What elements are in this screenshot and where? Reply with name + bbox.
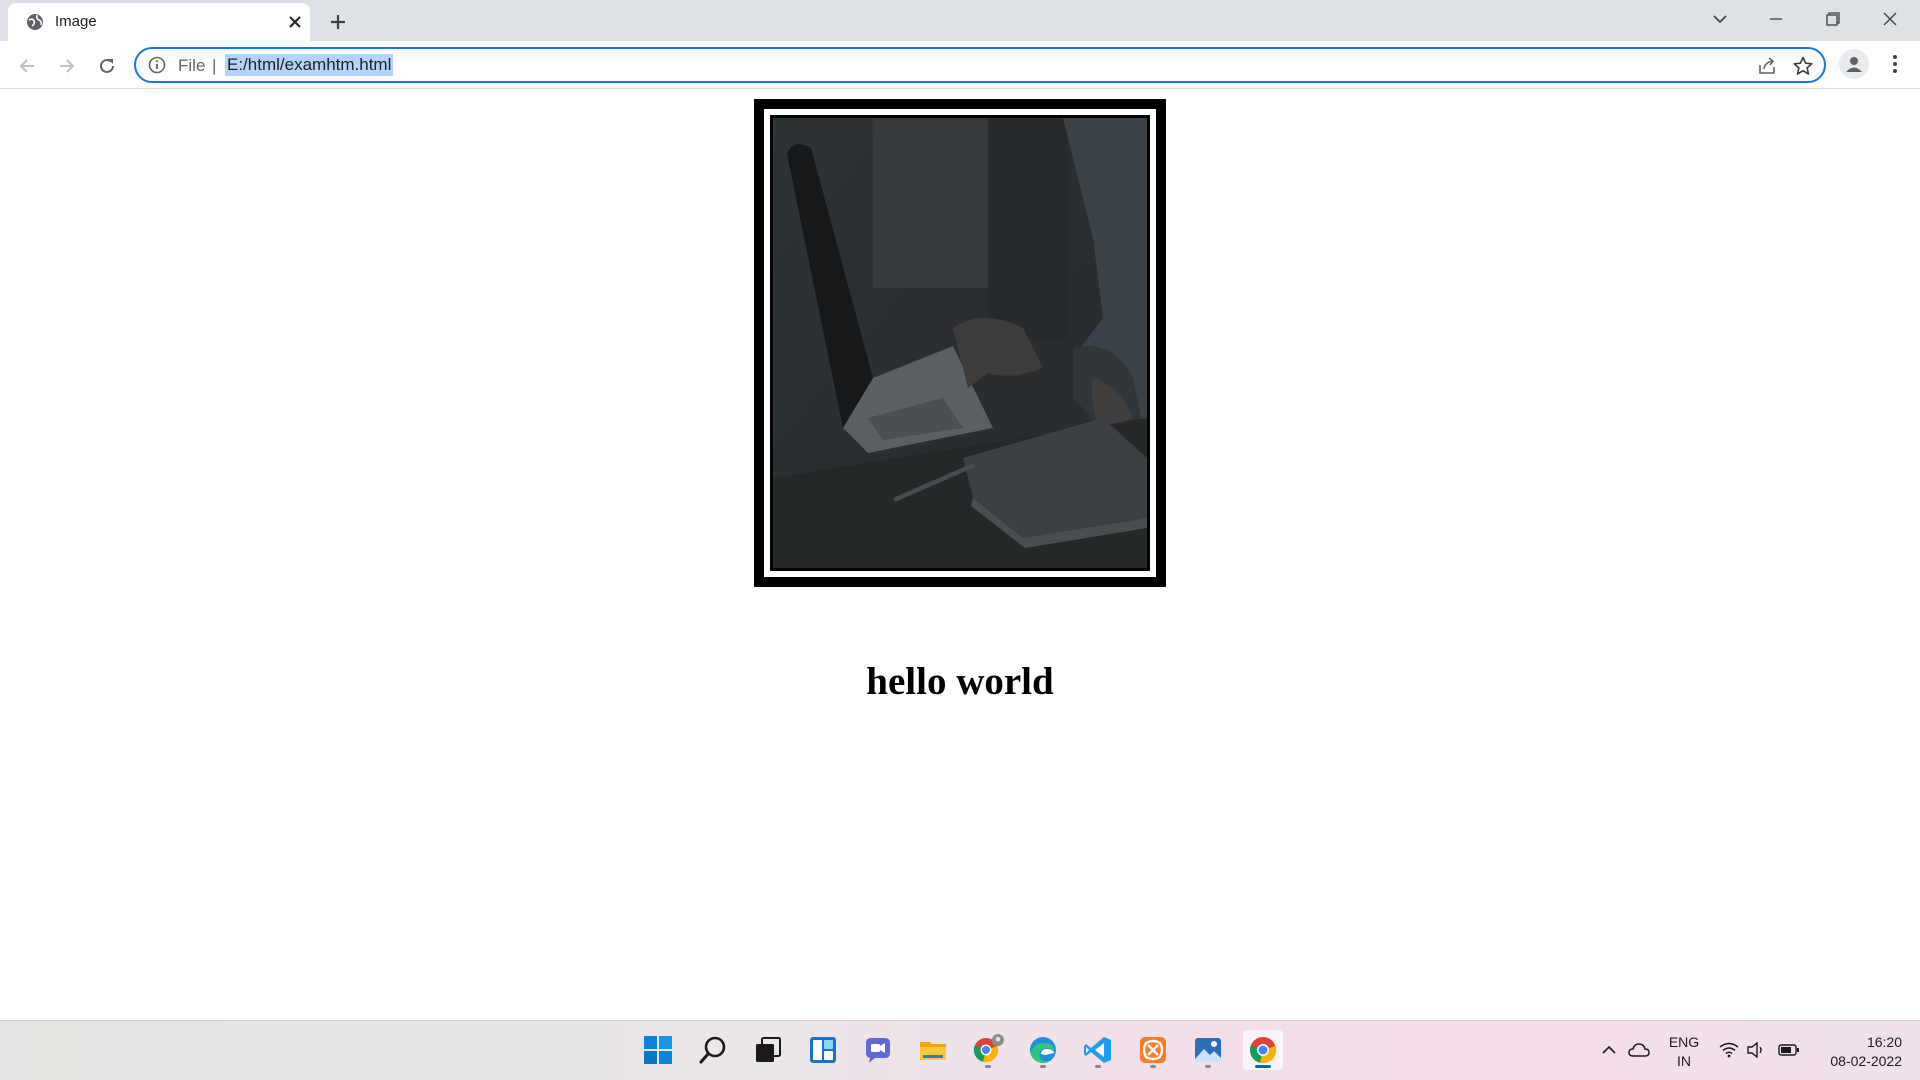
folder-icon <box>920 1042 946 1060</box>
image-frame-inner-border <box>764 109 1156 577</box>
battery-icon[interactable] <box>1778 1039 1800 1061</box>
onedrive-cloud-icon[interactable] <box>1628 1039 1650 1061</box>
task-view-icon <box>756 1037 781 1062</box>
clock-time: 16:20 <box>1866 1034 1902 1050</box>
browser-tab[interactable]: Image <box>8 3 310 41</box>
close-tab-icon[interactable] <box>285 12 305 32</box>
running-indicator <box>1095 1065 1101 1068</box>
new-tab-button[interactable] <box>324 8 352 36</box>
profile-button[interactable] <box>1839 49 1869 79</box>
clock[interactable]: 16:20 08-02-2022 <box>1808 1033 1902 1071</box>
globe-icon <box>25 12 45 32</box>
tab-title: Image <box>55 13 97 30</box>
language-code: ENG <box>1668 1034 1700 1050</box>
input-language[interactable]: ENG IN <box>1666 1033 1702 1071</box>
edge-icon <box>1030 1037 1056 1063</box>
share-icon[interactable] <box>1756 55 1778 77</box>
scheme-label: File <box>178 56 206 75</box>
laptop-photo <box>773 118 1147 568</box>
arrow-left-icon <box>19 59 34 73</box>
vscode-icon <box>1084 1037 1111 1063</box>
volume-icon[interactable] <box>1745 1039 1767 1061</box>
chevron-down-icon <box>1713 15 1727 24</box>
close-window-button[interactable] <box>1862 0 1918 38</box>
tab-strip: Image <box>0 0 1920 41</box>
kebab-menu-icon <box>1893 55 1897 73</box>
scheme-separator: | <box>212 56 217 75</box>
search-icon <box>699 1036 726 1064</box>
taskbar-start[interactable] <box>638 1030 678 1070</box>
taskbar-search[interactable] <box>693 1030 733 1070</box>
wifi-icon[interactable] <box>1718 1039 1740 1061</box>
page-heading: hello world <box>866 660 1054 703</box>
taskbar-vscode[interactable] <box>1078 1030 1118 1070</box>
url-text[interactable]: E:/html/examhtm.html <box>225 54 394 76</box>
taskbar: ENG IN 16:20 08-02-2022 <box>0 1020 1920 1080</box>
region-code: IN <box>1677 1053 1691 1069</box>
address-bar[interactable]: File | E:/html/examhtm.html <box>134 47 1826 83</box>
chrome-icon <box>1249 1037 1277 1064</box>
taskbar-file-explorer[interactable] <box>913 1030 953 1070</box>
taskbar-chrome-profile[interactable] <box>968 1030 1008 1070</box>
reload-icon <box>100 58 114 73</box>
minimize-button[interactable] <box>1748 0 1804 38</box>
running-indicator <box>985 1065 991 1068</box>
tray-overflow-chevron-icon[interactable] <box>1598 1039 1620 1061</box>
forward-button[interactable] <box>52 51 82 81</box>
widgets-icon <box>810 1037 836 1063</box>
running-indicator <box>1150 1065 1156 1068</box>
chat-icon <box>866 1038 890 1063</box>
image-frame <box>754 99 1166 587</box>
xampp-icon <box>1140 1037 1166 1063</box>
reload-button[interactable] <box>92 51 122 81</box>
taskbar-widgets[interactable] <box>803 1030 843 1070</box>
page-content: hello world <box>0 89 1920 1020</box>
taskbar-photos[interactable] <box>1188 1030 1228 1070</box>
restore-button[interactable] <box>1805 0 1861 38</box>
taskbar-chat[interactable] <box>858 1030 898 1070</box>
taskbar-task-view[interactable] <box>748 1030 788 1070</box>
taskbar-edge[interactable] <box>1023 1030 1063 1070</box>
windows-icon <box>644 1036 672 1064</box>
arrow-right-icon <box>60 59 75 73</box>
active-indicator <box>1255 1065 1271 1068</box>
tab-search-button[interactable] <box>1692 0 1748 38</box>
image-frame-inner <box>770 115 1150 571</box>
chrome-icon <box>973 1034 1004 1063</box>
avatar-icon <box>1846 57 1862 72</box>
running-indicator <box>1040 1065 1046 1068</box>
clock-date: 08-02-2022 <box>1830 1053 1902 1069</box>
photos-icon <box>1195 1038 1221 1062</box>
taskbar-xampp[interactable] <box>1133 1030 1173 1070</box>
info-icon[interactable] <box>148 56 166 74</box>
back-button[interactable] <box>12 51 42 81</box>
taskbar-chrome[interactable] <box>1243 1030 1283 1070</box>
browser-toolbar: File | E:/html/examhtm.html <box>0 41 1920 89</box>
browser-menu-button[interactable] <box>1880 49 1910 79</box>
bookmark-star-icon[interactable] <box>1792 55 1814 77</box>
running-indicator <box>1205 1065 1211 1068</box>
